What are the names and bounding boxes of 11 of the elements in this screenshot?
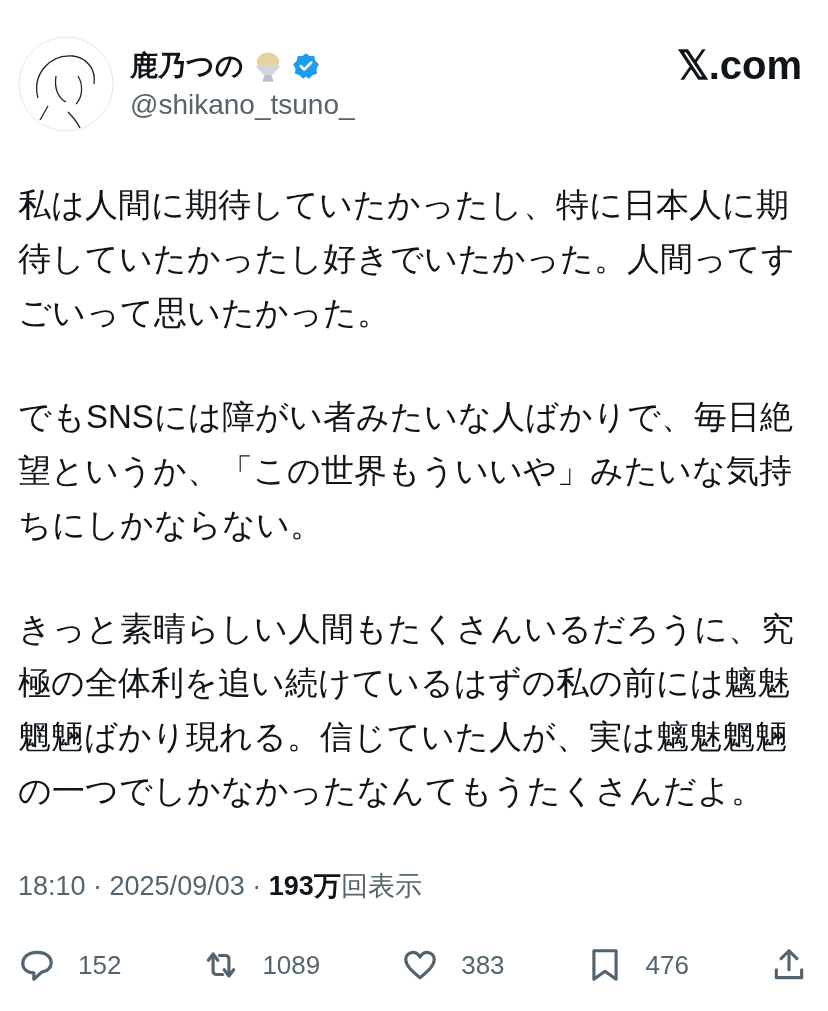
author-handle[interactable]: @shikano_tsuno_ [130,89,661,121]
post-meta: 18:10 · 2025/09/03 · 193万回表示 [18,870,423,903]
reply-button[interactable]: 152 [18,946,122,984]
like-button[interactable]: 383 [401,946,505,984]
post-paragraph: でもSNSには障がい者みたいな人ばかりで、毎日絶望というか、「この世界もういいや」みたいな気持ちにしかならない。 [18,397,794,545]
post-paragraph: きっと素晴らしい人間もたくさんいるだろうに、究極の全体利を追い続けているはずの私の前には魑魅魍魎ばかり現れる。信じていた人が、実は魑魅魍魎の一つでしかなかったなんてもうたくさんだよ。 [18,609,795,811]
post-paragraph: 私は人間に期待していたかったし、特に日本人に期待していたかったし好きでいたかった。人間ってすごいって思いたかった。 [18,185,796,333]
author-name[interactable]: 鹿乃つの [130,47,244,85]
site-logo: 𝕏.com [676,42,802,88]
bookmark-button[interactable]: 476 [585,946,689,984]
repost-button[interactable]: 1089 [202,946,321,984]
